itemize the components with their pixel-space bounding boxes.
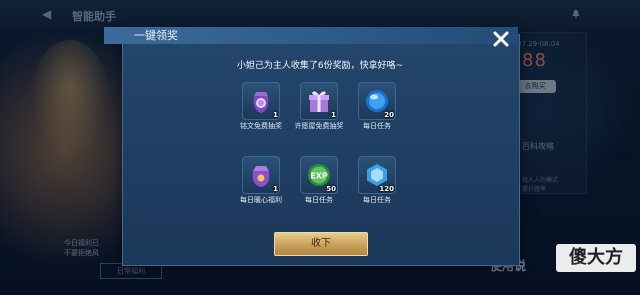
reward-count: 1 (331, 111, 336, 119)
purple-bag-icon (252, 166, 270, 187)
reward-item[interactable]: 120 每日任务 (348, 156, 406, 205)
reward-label: 每日任务 (305, 196, 333, 204)
dialog-title: 一键领奖 (134, 29, 178, 42)
reward-item[interactable]: 1 铭文免费抽奖 (232, 82, 290, 131)
reward-icon-frame: 1 (242, 82, 280, 120)
reward-count: 50 (326, 185, 336, 193)
reward-count: 120 (379, 185, 394, 193)
reward-label: 每日暖心福利 (240, 196, 282, 204)
reward-label: 每日任务 (363, 196, 391, 204)
reward-count: 1 (273, 111, 278, 119)
reward-icon-frame: 120 (358, 156, 396, 194)
reward-item[interactable]: 1 许愿屋免费抽奖 (290, 82, 348, 131)
dialog-message: 小妲己为主人收集了6份奖励，快拿好咯~ (236, 61, 404, 71)
reward-label: 每日任务 (363, 122, 391, 130)
watermark: 傻大方 (556, 244, 636, 272)
reward-item[interactable]: EXP 50 每日任务 (290, 156, 348, 205)
reward-item[interactable]: 20 每日任务 (348, 82, 406, 131)
collect-button[interactable]: 收下 (274, 232, 368, 256)
reward-count: 20 (384, 111, 394, 119)
reward-icon-frame: EXP 50 (300, 156, 338, 194)
gift-box-icon (309, 91, 329, 112)
close-icon (493, 31, 509, 47)
close-button[interactable] (490, 28, 512, 50)
purple-bag-gem-icon (253, 92, 269, 113)
reward-icon-frame: 1 (300, 82, 338, 120)
reward-icon-frame: 1 (242, 156, 280, 194)
reward-label: 铭文免费抽奖 (240, 122, 282, 130)
reward-item[interactable]: 1 每日暖心福利 (232, 156, 290, 205)
rewards-grid: 1 铭文免费抽奖 1 许愿屋免费抽奖 20 每日任务 1 每日暖心福利 EXP … (232, 80, 406, 214)
reward-count: 1 (273, 185, 278, 193)
reward-icon-frame: 20 (358, 82, 396, 120)
svg-text:EXP: EXP (310, 172, 328, 181)
reward-label: 许愿屋免费抽奖 (294, 122, 344, 130)
